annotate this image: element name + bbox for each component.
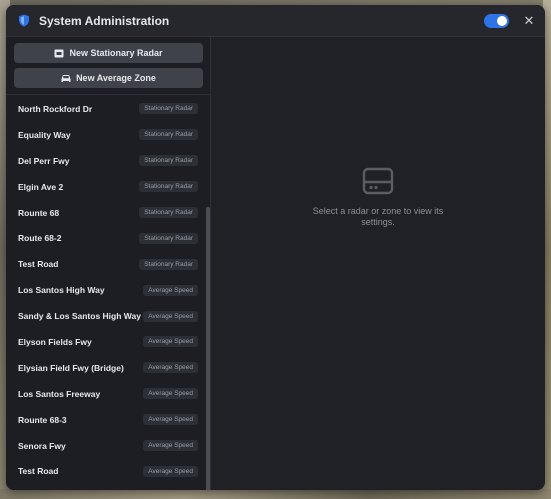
radar-icon — [54, 49, 64, 58]
item-label: Equality Way — [18, 129, 71, 140]
type-badge: Stationary Radar — [139, 258, 198, 270]
radar-list[interactable]: North Rockford Dr Stationary Radar Equal… — [6, 95, 210, 490]
list-item[interactable]: Elyson Fields Fwy Average Speed — [6, 329, 210, 355]
list-item[interactable]: Del Perr Fwy Stationary Radar — [6, 148, 210, 174]
type-badge: Stationary Radar — [139, 155, 198, 167]
sidebar: New Stationary Radar New Average Zone No… — [6, 37, 211, 490]
list-item[interactable]: Equality Way Stationary Radar — [6, 122, 210, 148]
item-label: Test Road — [18, 466, 59, 477]
item-label: Test Road — [18, 259, 59, 270]
item-label: North Rockford Dr — [18, 103, 93, 114]
list-item[interactable]: Los Santos Freeway Average Speed — [6, 381, 210, 407]
list-item[interactable]: Senora Fwy Average Speed — [6, 433, 210, 459]
window-title: System Administration — [39, 13, 170, 28]
list-item[interactable]: Route 68-2 Stationary Radar — [6, 225, 210, 251]
empty-state-text: Select a radar or zone to view its setti… — [312, 206, 444, 227]
list-item[interactable]: Elysian Field Fwy (Bridge) Average Speed — [6, 355, 210, 381]
hard-drive-icon — [362, 167, 394, 195]
settings-panel: Select a radar or zone to view its setti… — [211, 37, 545, 490]
item-label: Rounte 68-3 — [18, 414, 67, 425]
system-toggle[interactable] — [484, 13, 509, 28]
sidebar-actions: New Stationary Radar New Average Zone — [6, 37, 210, 95]
toggle-knob — [497, 15, 507, 26]
item-label: Los Santos Freeway — [18, 388, 101, 399]
type-badge: Average Speed — [143, 336, 198, 348]
title-bar: System Administration ✕ — [6, 5, 545, 37]
new-average-zone-label: New Average Zone — [76, 73, 156, 83]
new-stationary-radar-button[interactable]: New Stationary Radar — [14, 43, 203, 63]
list-item[interactable]: Rounte 68 Stationary Radar — [6, 200, 210, 226]
new-average-zone-button[interactable]: New Average Zone — [14, 68, 203, 88]
type-badge: Stationary Radar — [139, 232, 198, 244]
type-badge: Stationary Radar — [139, 129, 198, 141]
item-label: Elgin Ave 2 — [18, 181, 64, 192]
list-item[interactable]: Test Road Average Speed — [6, 458, 210, 484]
list-item[interactable]: Los Santos High Way Average Speed — [6, 277, 210, 303]
type-badge: Average Speed — [143, 414, 198, 426]
list-scrollbar[interactable] — [206, 207, 210, 490]
item-label: Route 68-2 — [18, 233, 62, 244]
admin-window: System Administration ✕ New Stationary R… — [6, 5, 545, 490]
type-badge: Average Speed — [143, 465, 198, 477]
list-item[interactable]: Sandy & Los Santos High Way Average Spee… — [6, 303, 210, 329]
type-badge: Average Speed — [143, 440, 198, 452]
item-label: Rounte 68 — [18, 207, 60, 218]
close-icon[interactable]: ✕ — [523, 13, 535, 28]
item-label: Senora Fwy — [18, 440, 66, 451]
item-label: Elysian Field Fwy (Bridge) — [18, 362, 124, 373]
item-label: Sandy & Los Santos High Way — [18, 311, 141, 322]
shield-icon — [18, 14, 31, 28]
type-badge: Stationary Radar — [139, 207, 198, 218]
list-item[interactable]: North Rockford Dr Stationary Radar — [6, 96, 210, 122]
type-badge: Average Speed — [143, 388, 198, 400]
type-badge: Average Speed — [143, 310, 198, 322]
item-label: Los Santos High Way — [18, 285, 105, 296]
type-badge: Average Speed — [143, 284, 198, 296]
background-bottom — [0, 489, 551, 499]
item-label: Elyson Fields Fwy — [18, 336, 92, 347]
type-badge: Average Speed — [143, 362, 198, 374]
new-stationary-radar-label: New Stationary Radar — [69, 48, 163, 58]
list-item[interactable]: Rounte 68-3 Average Speed — [6, 407, 210, 433]
list-item[interactable]: Test Road Stationary Radar — [6, 251, 210, 277]
list-item[interactable]: Elgin Ave 2 Stationary Radar — [6, 174, 210, 200]
type-badge: Stationary Radar — [139, 181, 198, 193]
item-label: Del Perr Fwy — [18, 155, 70, 166]
car-icon — [61, 74, 71, 83]
type-badge: Stationary Radar — [139, 103, 198, 115]
